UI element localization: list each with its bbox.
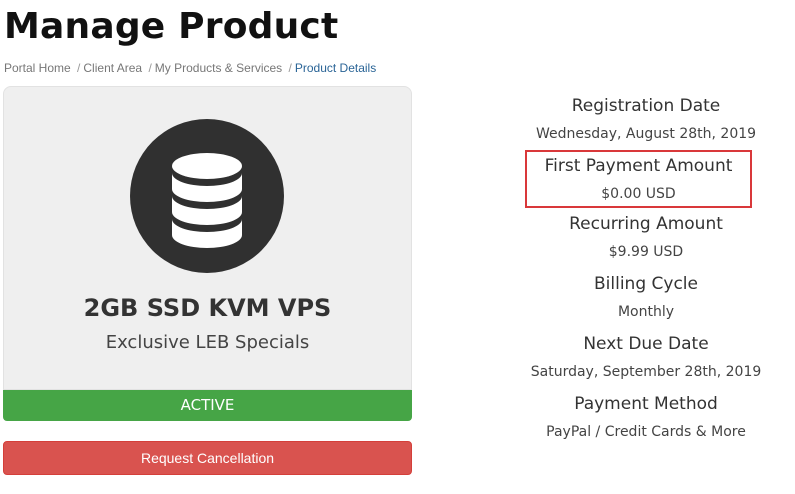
status-badge: ACTIVE	[3, 390, 412, 421]
detail-value: Monthly	[617, 304, 675, 320]
detail-value: Saturday, September 28th, 2019	[530, 364, 762, 380]
detail-first-payment-amount: First Payment Amount $0.00 USD	[525, 150, 752, 208]
detail-label: Recurring Amount	[569, 214, 723, 234]
breadcrumb-my-products[interactable]: My Products & Services	[155, 61, 282, 75]
request-cancellation-button[interactable]: Request Cancellation	[3, 441, 412, 475]
breadcrumb-separator: /	[288, 61, 292, 75]
detail-value: PayPal / Credit Cards & More	[546, 424, 746, 440]
database-icon	[130, 119, 284, 273]
breadcrumb-separator: /	[77, 61, 81, 75]
breadcrumb-product-details: Product Details	[294, 61, 377, 75]
product-card: 2GB SSD KVM VPS Exclusive LEB Specials	[3, 86, 412, 390]
detail-label: Billing Cycle	[594, 274, 698, 294]
detail-value: Wednesday, August 28th, 2019	[535, 126, 757, 142]
detail-value: $0.00 USD	[601, 186, 676, 202]
breadcrumb: Portal Home / Client Area / My Products & …	[4, 61, 376, 75]
product-details-list: Registration Date Wednesday, August 28th…	[520, 92, 772, 450]
detail-next-due-date: Next Due Date Saturday, September 28th, …	[520, 330, 772, 390]
detail-registration-date: Registration Date Wednesday, August 28th…	[520, 92, 772, 152]
detail-label: Registration Date	[571, 96, 721, 116]
breadcrumb-client-area[interactable]: Client Area	[83, 61, 142, 75]
breadcrumb-separator: /	[148, 61, 152, 75]
detail-label: First Payment Amount	[544, 156, 733, 176]
detail-label: Payment Method	[574, 394, 718, 414]
detail-recurring-amount: Recurring Amount $9.99 USD	[520, 210, 772, 270]
detail-payment-method: Payment Method PayPal / Credit Cards & M…	[520, 390, 772, 450]
page-title: Manage Product	[4, 6, 339, 47]
detail-label: Next Due Date	[583, 334, 709, 354]
detail-value: $9.99 USD	[608, 244, 684, 260]
detail-billing-cycle: Billing Cycle Monthly	[520, 270, 772, 330]
product-name: 2GB SSD KVM VPS	[83, 294, 332, 322]
breadcrumb-portal-home[interactable]: Portal Home	[4, 61, 71, 75]
product-group: Exclusive LEB Specials	[105, 332, 310, 353]
